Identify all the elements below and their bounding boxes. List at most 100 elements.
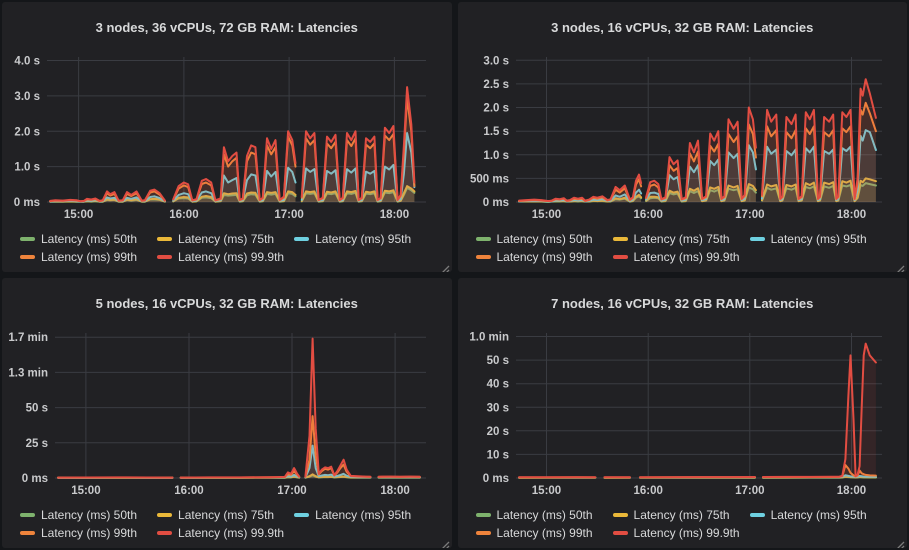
legend-item-50th[interactable]: Latency (ms) 50th	[20, 232, 137, 246]
graph-canvas[interactable]: 0 ms25 s50 s1.3 min1.7 min15:0016:0017:0…	[2, 323, 452, 502]
panel-3-nodes-16-vcpus: 3 nodes, 16 vCPUs, 32 GB RAM: Latencies …	[458, 2, 908, 272]
svg-text:0 ms: 0 ms	[22, 473, 48, 485]
svg-text:17:00: 17:00	[735, 209, 764, 221]
series-swatch-cyan	[750, 513, 765, 517]
svg-text:2.0 s: 2.0 s	[483, 102, 509, 114]
series-swatch-red	[157, 531, 172, 535]
latency-graph[interactable]: 0 ms25 s50 s1.3 min1.7 min15:0016:0017:0…	[2, 323, 452, 502]
legend-item-999th[interactable]: Latency (ms) 99.9th	[157, 526, 284, 540]
legend-item-999th[interactable]: Latency (ms) 99.9th	[157, 250, 284, 264]
series-swatch-cyan	[294, 513, 309, 517]
legend-label: Latency (ms) 95th	[315, 232, 411, 246]
svg-text:15:00: 15:00	[531, 209, 560, 221]
svg-text:3.0 s: 3.0 s	[14, 90, 40, 102]
svg-text:1.0 s: 1.0 s	[14, 161, 40, 173]
panel-title: 7 nodes, 16 vCPUs, 32 GB RAM: Latencies	[458, 289, 908, 312]
legend-item-50th[interactable]: Latency (ms) 50th	[476, 508, 593, 522]
legend-item-50th[interactable]: Latency (ms) 50th	[20, 508, 137, 522]
svg-text:500 ms: 500 ms	[469, 173, 508, 185]
svg-text:17:00: 17:00	[274, 209, 303, 221]
series-swatch-green	[476, 513, 491, 517]
legend-item-95th[interactable]: Latency (ms) 95th	[294, 508, 411, 522]
graph-canvas[interactable]: 0 ms500 ms1.0 s1.5 s2.0 s2.5 s3.0 s15:00…	[458, 47, 908, 226]
legend-item-75th[interactable]: Latency (ms) 75th	[157, 508, 274, 522]
svg-text:15:00: 15:00	[64, 209, 93, 221]
panel-title: 3 nodes, 36 vCPUs, 72 GB RAM: Latencies	[2, 13, 452, 36]
grafana-dashboard: 3 nodes, 36 vCPUs, 72 GB RAM: Latencies …	[0, 0, 909, 550]
series-swatch-green	[20, 237, 35, 241]
svg-text:0 ms: 0 ms	[482, 197, 508, 209]
legend-item-75th[interactable]: Latency (ms) 75th	[157, 232, 274, 246]
legend-label: Latency (ms) 99.9th	[634, 526, 740, 540]
svg-text:20 s: 20 s	[486, 425, 508, 437]
legend-item-95th[interactable]: Latency (ms) 95th	[294, 232, 411, 246]
svg-text:40 s: 40 s	[486, 378, 508, 390]
legend-item-99th[interactable]: Latency (ms) 99th	[20, 250, 137, 264]
svg-text:1.5 s: 1.5 s	[483, 126, 509, 138]
legend-item-99th[interactable]: Latency (ms) 99th	[476, 526, 593, 540]
legend-item-999th[interactable]: Latency (ms) 99.9th	[613, 526, 740, 540]
svg-text:2.0 s: 2.0 s	[14, 126, 40, 138]
legend-label: Latency (ms) 99th	[41, 250, 137, 264]
latency-graph[interactable]: 0 ms500 ms1.0 s1.5 s2.0 s2.5 s3.0 s15:00…	[458, 47, 908, 226]
graph-legend: Latency (ms) 50th Latency (ms) 75th Late…	[2, 226, 452, 272]
graph-legend: Latency (ms) 50th Latency (ms) 75th Late…	[2, 502, 452, 548]
series-swatch-orange	[476, 255, 491, 259]
legend-label: Latency (ms) 75th	[634, 232, 730, 246]
svg-text:16:00: 16:00	[633, 485, 662, 497]
series-swatch-cyan	[750, 237, 765, 241]
series-swatch-yellow	[157, 237, 172, 241]
svg-text:1.7 min: 1.7 min	[8, 332, 48, 344]
legend-label: Latency (ms) 75th	[634, 508, 730, 522]
legend-label: Latency (ms) 50th	[41, 508, 137, 522]
latency-graph[interactable]: 0 ms10 s20 s30 s40 s50 s1.0 min15:0016:0…	[458, 323, 908, 502]
panel-3-nodes-36-vcpus: 3 nodes, 36 vCPUs, 72 GB RAM: Latencies …	[2, 2, 452, 272]
series-swatch-red	[613, 255, 628, 259]
legend-item-99th[interactable]: Latency (ms) 99th	[476, 250, 593, 264]
series-swatch-orange	[476, 531, 491, 535]
legend-item-75th[interactable]: Latency (ms) 75th	[613, 508, 730, 522]
svg-text:4.0 s: 4.0 s	[14, 55, 40, 67]
svg-text:30 s: 30 s	[486, 402, 508, 414]
series-swatch-orange	[20, 531, 35, 535]
legend-label: Latency (ms) 75th	[178, 232, 274, 246]
svg-text:18:00: 18:00	[380, 209, 409, 221]
graph-legend: Latency (ms) 50th Latency (ms) 75th Late…	[458, 502, 908, 548]
legend-label: Latency (ms) 99th	[497, 250, 593, 264]
svg-text:16:00: 16:00	[169, 209, 198, 221]
series-swatch-cyan	[294, 237, 309, 241]
svg-text:16:00: 16:00	[633, 209, 662, 221]
series-swatch-red	[157, 255, 172, 259]
series-swatch-red	[613, 531, 628, 535]
legend-label: Latency (ms) 75th	[178, 508, 274, 522]
series-swatch-orange	[20, 255, 35, 259]
panel-resize-handle-icon[interactable]	[896, 537, 905, 546]
svg-text:0 ms: 0 ms	[14, 197, 40, 209]
legend-item-95th[interactable]: Latency (ms) 95th	[750, 508, 867, 522]
panel-resize-handle-icon[interactable]	[441, 537, 450, 546]
graph-canvas[interactable]: 0 ms 1.0 s 2.0 s 3.0 s 4.0 s 15:00 16:00 17:00 1…	[2, 47, 452, 226]
legend-item-99th[interactable]: Latency (ms) 99th	[20, 526, 137, 540]
panel-resize-handle-icon[interactable]	[441, 261, 450, 270]
svg-text:18:00: 18:00	[836, 209, 865, 221]
legend-label: Latency (ms) 50th	[497, 508, 593, 522]
svg-text:25 s: 25 s	[26, 437, 48, 449]
legend-item-999th[interactable]: Latency (ms) 99.9th	[613, 250, 740, 264]
graph-canvas[interactable]: 0 ms10 s20 s30 s40 s50 s1.0 min15:0016:0…	[458, 323, 908, 502]
legend-label: Latency (ms) 50th	[497, 232, 593, 246]
panel-title: 3 nodes, 16 vCPUs, 32 GB RAM: Latencies	[458, 13, 908, 36]
series-swatch-green	[476, 237, 491, 241]
legend-item-95th[interactable]: Latency (ms) 95th	[750, 232, 867, 246]
latency-graph[interactable]: 0 ms 1.0 s 2.0 s 3.0 s 4.0 s 15:00 16:00 17:00 1…	[2, 47, 452, 226]
legend-item-50th[interactable]: Latency (ms) 50th	[476, 232, 593, 246]
svg-text:0 ms: 0 ms	[482, 473, 508, 485]
legend-label: Latency (ms) 99.9th	[634, 250, 740, 264]
svg-text:18:00: 18:00	[836, 485, 865, 497]
legend-item-75th[interactable]: Latency (ms) 75th	[613, 232, 730, 246]
legend-label: Latency (ms) 95th	[771, 232, 867, 246]
svg-text:15:00: 15:00	[531, 485, 560, 497]
series-swatch-yellow	[157, 513, 172, 517]
svg-text:10 s: 10 s	[486, 449, 508, 461]
svg-text:17:00: 17:00	[735, 485, 764, 497]
panel-resize-handle-icon[interactable]	[896, 261, 905, 270]
